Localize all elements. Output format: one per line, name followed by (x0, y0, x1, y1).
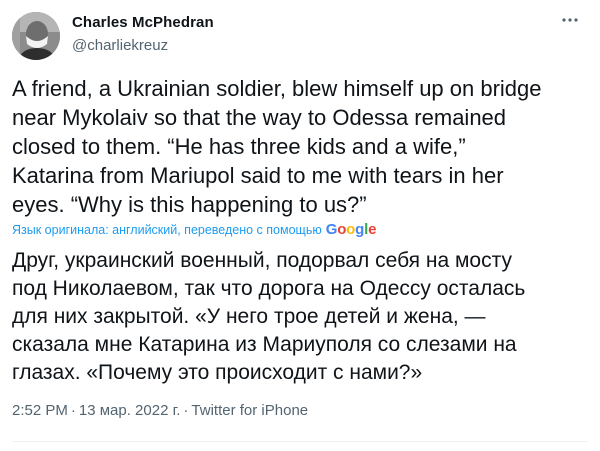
tweet-time[interactable]: 2:52 PM (12, 402, 68, 419)
translation-note-text: Язык оригинала: английский, переведено с… (12, 222, 322, 237)
translation-note[interactable]: Язык оригинала: английский, переведено с… (12, 221, 376, 238)
meta-separator: · (70, 402, 76, 419)
author-handle[interactable]: @charliekreuz (72, 37, 168, 54)
tweet-date[interactable]: 13 мар. 2022 г. (79, 402, 181, 419)
google-logo: Google (325, 221, 377, 238)
divider (12, 441, 588, 442)
avatar-image (12, 12, 60, 60)
tweet-metadata: 2:52 PM · 13 мар. 2022 г. · Twitter for iPho… (12, 402, 308, 419)
tweet-source[interactable]: Twitter for iPhone (191, 402, 308, 419)
tweet-text-original: A friend, a Ukrainian soldier, blew hims… (12, 76, 542, 217)
tweet-card: Charles McPhedran @charliekreuz A friend… (0, 0, 600, 451)
avatar[interactable] (12, 12, 60, 60)
more-horizontal-icon[interactable] (558, 8, 582, 32)
meta-separator: · (183, 402, 189, 419)
author-name[interactable]: Charles McPhedran (72, 14, 214, 31)
tweet-text-translated: Друг, украинский военный, подорвал себя … (12, 249, 526, 384)
